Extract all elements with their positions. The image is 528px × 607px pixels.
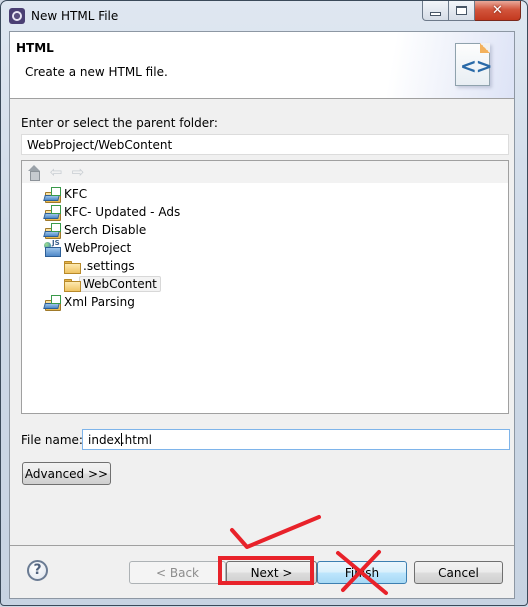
tree-item-webproject[interactable]: JS WebProject [22, 239, 508, 257]
code-brackets-glyph: <> [460, 54, 493, 78]
tree-item-label: Xml Parsing [64, 295, 135, 309]
folder-icon [63, 259, 81, 274]
wizard-description: Create a new HTML file. [25, 65, 168, 79]
tree-item-label: KFC [64, 187, 88, 201]
maximize-icon [456, 6, 467, 15]
minimize-icon [430, 11, 441, 16]
tree-item-kfc[interactable]: KFC [22, 185, 508, 203]
help-icon[interactable]: ? [27, 560, 48, 581]
close-icon: ✕ [492, 3, 503, 18]
next-button[interactable]: Next > [226, 561, 317, 584]
tree-item-xml-parsing[interactable]: Xml Parsing [22, 293, 508, 311]
back-arrow-icon[interactable]: ⇦ [48, 164, 64, 180]
web-project-icon: JS [44, 239, 61, 257]
tree-items: KFC KFC- Updated - Ads Serch Disable JS … [22, 185, 508, 311]
back-button[interactable]: < Back [129, 561, 226, 584]
file-name-text-after-caret: .html [120, 433, 152, 447]
tree-toolbar: ⇦ ⇨ [22, 161, 508, 183]
home-icon[interactable] [26, 164, 42, 181]
folder-tree[interactable]: ⇦ ⇨ KFC KFC- Updated - Ads Serch Disable… [21, 160, 509, 414]
tree-item-label: KFC- Updated - Ads [64, 205, 181, 219]
new-html-file-dialog: New HTML File ✕ HTML Create a new HTML f… [0, 0, 528, 606]
file-name-input[interactable]: index.html [82, 429, 510, 450]
project-icon [43, 187, 61, 203]
project-icon [43, 223, 61, 239]
maximize-button[interactable] [449, 1, 475, 21]
tree-item-kfc-updated-ads[interactable]: KFC- Updated - Ads [22, 203, 508, 221]
project-icon [43, 205, 61, 221]
tree-item-settings[interactable]: .settings [22, 257, 508, 275]
parent-folder-label: Enter or select the parent folder: [21, 116, 218, 130]
button-bar-separator [10, 545, 514, 546]
close-button[interactable]: ✕ [475, 1, 521, 21]
tree-item-webcontent[interactable]: WebContent [22, 275, 508, 293]
html-file-icon: <> [455, 43, 493, 86]
advanced-button[interactable]: Advanced >> [22, 462, 111, 485]
parent-folder-input[interactable] [21, 134, 509, 155]
forward-arrow-icon[interactable]: ⇨ [70, 164, 86, 180]
tree-item-label: .settings [83, 259, 135, 273]
cancel-button[interactable]: Cancel [414, 561, 503, 584]
tree-item-serch-disable[interactable]: Serch Disable [22, 221, 508, 239]
eclipse-app-icon [9, 8, 25, 24]
tree-item-label: WebContent [79, 276, 161, 292]
wizard-banner: HTML Create a new HTML file. <> [10, 32, 514, 99]
project-icon [43, 295, 61, 311]
wizard-title: HTML [16, 41, 54, 55]
tree-item-label: Serch Disable [64, 223, 147, 237]
minimize-button[interactable] [422, 1, 449, 21]
finish-button[interactable]: Finish [317, 561, 407, 584]
window-title: New HTML File [31, 9, 119, 23]
folder-icon [63, 277, 81, 292]
dialog-body: HTML Create a new HTML file. <> Enter or… [9, 31, 515, 599]
title-bar[interactable]: New HTML File ✕ [1, 1, 527, 31]
window-controls: ✕ [422, 1, 521, 21]
file-name-text-before-caret: index [88, 433, 121, 447]
file-name-label: File name: [21, 433, 83, 447]
tree-item-label: WebProject [64, 241, 132, 255]
